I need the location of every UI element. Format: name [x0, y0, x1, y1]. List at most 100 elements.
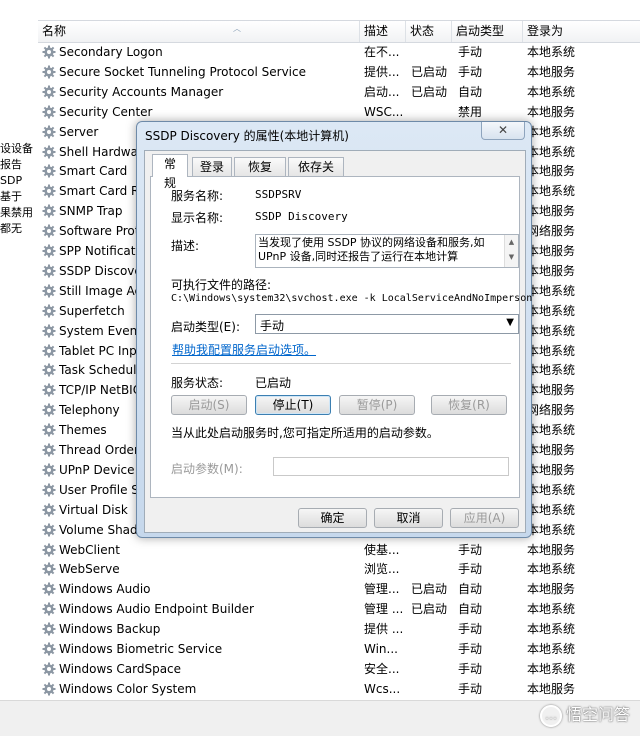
- service-description: Wcs...: [364, 681, 401, 696]
- gear-icon: [42, 503, 56, 517]
- service-logon-as: 本地系统: [527, 84, 576, 99]
- gear-icon: [42, 164, 56, 178]
- pause-button[interactable]: 暂停(P): [339, 395, 415, 415]
- table-row[interactable]: Windows Audio Endpoint Builder 管理 ... 已启动自…: [38, 599, 640, 619]
- gear-icon: [42, 324, 56, 338]
- tab-general[interactable]: 常规: [152, 154, 188, 190]
- service-name: Secure Socket Tunneling Protocol Service: [59, 64, 306, 79]
- service-logon-as: 本地服务: [527, 443, 576, 457]
- gear-icon: [42, 602, 56, 616]
- service-description: 管理...: [364, 582, 400, 597]
- table-row[interactable]: Windows Biometric Service Win... 手动 本地系统: [38, 639, 640, 659]
- left-pane-text: 设设备: [0, 142, 33, 155]
- service-name: WebClient: [59, 542, 120, 557]
- resume-button[interactable]: 恢复(R): [431, 395, 507, 415]
- gear-icon: [42, 284, 56, 298]
- help-link[interactable]: 帮助我配置服务启动选项。: [172, 341, 316, 358]
- start-parameters-input[interactable]: [273, 457, 509, 476]
- close-button[interactable]: ✕: [481, 122, 525, 140]
- column-status[interactable]: 状态: [406, 21, 452, 42]
- dialog-body: 常规 登录 恢复 依存关系 服务名称: SSDPSRV 显示名称: SSDP D…: [144, 150, 532, 533]
- service-name: Windows Audio: [59, 582, 151, 597]
- table-row[interactable]: Security Center WSC... 禁用 本地服务: [38, 102, 640, 122]
- gear-icon: [42, 523, 56, 537]
- table-row[interactable]: Secure Socket Tunneling Protocol Service…: [38, 62, 640, 82]
- service-name: Security Center: [59, 104, 153, 119]
- column-name[interactable]: 名称 ︿: [38, 21, 360, 42]
- left-pane-text: 报告: [0, 158, 22, 171]
- service-logon-as: 网络服务: [527, 403, 576, 418]
- service-name: WebServe: [59, 562, 120, 577]
- service-logon-as: 本地服务: [527, 104, 576, 119]
- service-startup-type: 自动: [458, 84, 483, 99]
- table-row[interactable]: Security Accounts Manager 启动... 已启动 自动 本地系统: [38, 82, 640, 102]
- gear-icon: [42, 85, 56, 99]
- service-startup-type: 手动: [458, 64, 483, 79]
- left-pane: 设设备 报告 SDP 基于 果禁用 都无: [0, 0, 38, 735]
- startup-type-select[interactable]: 手动 ▼: [255, 314, 519, 334]
- left-pane-text: 果禁用: [0, 206, 33, 219]
- ok-button[interactable]: 确定: [298, 508, 367, 528]
- table-row[interactable]: Windows CardSpace 安全... 手动 本地系统: [38, 659, 640, 679]
- service-logon-as: 本地系统: [527, 283, 576, 298]
- service-logon-as: 本地系统: [527, 343, 576, 358]
- gear-icon: [42, 184, 56, 198]
- service-name: Windows Audio Endpoint Builder: [59, 602, 254, 617]
- gear-icon: [42, 543, 56, 557]
- service-description: 提供 ...: [364, 622, 404, 637]
- gear-icon: [42, 483, 56, 497]
- tab-logon[interactable]: 登录: [192, 157, 232, 176]
- service-description: 使基...: [364, 542, 400, 557]
- table-row[interactable]: Windows Backup 提供 ... 手动 本地系统: [38, 619, 640, 639]
- gear-icon: [42, 344, 56, 358]
- table-row[interactable]: Windows Audio 管理... 已启动 自动 本地服务: [38, 579, 640, 599]
- cancel-button[interactable]: 取消: [374, 508, 443, 528]
- description-label: 描述:: [171, 239, 200, 253]
- service-startup-type: 自动: [458, 602, 483, 617]
- service-description: WSC...: [364, 104, 404, 119]
- service-status: 已启动: [411, 602, 448, 617]
- service-name: Windows CardSpace: [59, 661, 182, 676]
- table-row[interactable]: Secondary Logon 在不... 手动 本地系统: [38, 42, 640, 62]
- gear-icon: [42, 682, 56, 696]
- gear-icon: [42, 224, 56, 238]
- divider: [171, 363, 511, 364]
- gear-icon: [42, 562, 56, 576]
- column-description[interactable]: 描述: [360, 21, 406, 42]
- service-status-label: 服务状态:: [171, 376, 224, 390]
- start-parameters-hint: 当从此处启动服务时,您可指定所适用的启动参数。: [171, 426, 439, 440]
- description-field[interactable]: 当发现了使用 SSDP 协议的网络设备和服务,如 UPnP 设备,同时还报告了运…: [255, 234, 519, 268]
- service-description: 启动...: [364, 84, 400, 99]
- table-row[interactable]: Windows Color System Wcs... 手动 本地服务: [38, 679, 640, 699]
- service-logon-as: 本地服务: [527, 681, 576, 696]
- gear-icon: [42, 145, 56, 159]
- column-startup-type[interactable]: 启动类型: [452, 21, 523, 42]
- gear-icon: [42, 304, 56, 318]
- service-logon-as: 本地服务: [527, 383, 576, 398]
- service-logon-as: 本地系统: [527, 502, 576, 517]
- tab-recovery[interactable]: 恢复: [234, 157, 286, 176]
- path-label: 可执行文件的路径:: [171, 278, 272, 292]
- service-startup-type: 手动: [458, 642, 483, 656]
- service-logon-as: 本地系统: [527, 423, 576, 438]
- service-logon-as: 本地系统: [527, 303, 576, 318]
- column-logon-as[interactable]: 登录为: [523, 21, 640, 42]
- service-logon-as: 本地服务: [527, 542, 576, 557]
- service-name: Windows Color System: [59, 681, 197, 696]
- table-row[interactable]: WebClient 使基... 手动 本地服务: [38, 540, 640, 560]
- service-startup-type: 手动: [458, 622, 483, 637]
- table-row[interactable]: WebServe 浏览... 手动 本地系统: [38, 559, 640, 579]
- service-logon-as: 本地系统: [527, 642, 576, 656]
- service-description: 提供...: [364, 64, 400, 79]
- column-name-label: 名称: [42, 24, 67, 38]
- service-logon-as: 本地系统: [527, 184, 576, 199]
- apply-button[interactable]: 应用(A): [450, 508, 519, 528]
- service-name: Security Accounts Manager: [59, 84, 224, 99]
- description-scrollbar[interactable]: ▲ ▼: [504, 235, 518, 267]
- service-description: 管理 ...: [364, 602, 404, 617]
- tab-dependencies[interactable]: 依存关系: [288, 157, 344, 193]
- start-button[interactable]: 启动(S): [171, 395, 247, 415]
- service-description: 浏览...: [364, 562, 400, 577]
- gear-icon: [42, 642, 56, 656]
- stop-button[interactable]: 停止(T): [255, 395, 331, 415]
